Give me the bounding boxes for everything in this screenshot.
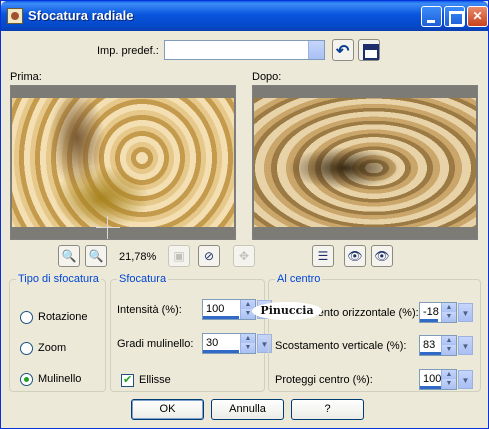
zoom-out-icon[interactable]: 🔍 [58, 245, 80, 267]
chevron-down-icon[interactable]: ▼ [458, 303, 473, 322]
zoom-in-icon[interactable]: 🔍 [85, 245, 107, 267]
radio-twirl[interactable] [20, 373, 33, 386]
after-preview[interactable] [252, 85, 478, 240]
protect-center-value[interactable]: 100 [423, 373, 441, 385]
watermark-logo: Pinuccia [252, 302, 322, 320]
chevron-down-icon[interactable]: ▼ [458, 370, 473, 389]
h-offset-bar [420, 319, 438, 322]
ellipse-checkbox[interactable] [121, 373, 134, 387]
zoom-fit-icon[interactable]: ⊘ [198, 245, 220, 267]
chevron-down-icon[interactable]: ▼ [458, 336, 473, 355]
h-offset-stepper[interactable]: -18 ▲ ▼ ▼ [419, 302, 473, 323]
save-preset-button[interactable] [358, 39, 380, 61]
zoom-level: 21,78% [119, 251, 157, 263]
v-offset-stepper[interactable]: 83 ▲ ▼ ▼ [419, 335, 473, 356]
window-title: Sfocatura radiale [28, 8, 134, 23]
randomize-icon[interactable]: 👁 [344, 245, 366, 267]
blur-group: Sfocatura Intensità (%): 100 ▲ ▼ ▼ Gradi… [110, 273, 272, 392]
app-icon [7, 8, 23, 24]
radio-rotation-label[interactable]: Rotazione [38, 311, 88, 323]
after-image [254, 98, 476, 227]
before-label: Prima: [10, 71, 42, 83]
center-legend: Al centro [277, 273, 321, 285]
center-crosshair-icon[interactable] [96, 216, 120, 239]
intensity-label: Intensità (%): [117, 304, 182, 316]
ellipse-label[interactable]: Ellisse [139, 374, 171, 386]
protect-center-stepper[interactable]: 100 ▲ ▼ ▼ [419, 369, 473, 390]
help-button[interactable]: ? [291, 399, 364, 420]
radio-zoom-label[interactable]: Zoom [38, 342, 66, 354]
spin-down-icon[interactable]: ▼ [441, 379, 456, 389]
center-group: Al centro Scostamento orizzontale (%): -… [268, 273, 481, 392]
intensity-bar [203, 316, 239, 319]
proof-icon[interactable]: ☰ [312, 245, 334, 267]
presets-dropdown[interactable] [164, 40, 325, 60]
intensity-stepper[interactable]: 100 ▲ ▼ ▼ [202, 299, 272, 320]
twirl-value[interactable]: 30 [206, 337, 218, 349]
close-button[interactable]: ✕ [467, 6, 488, 27]
title-bar[interactable]: Sfocatura radiale ✕ [1, 1, 488, 31]
protect-center-label: Proteggi centro (%): [275, 374, 373, 386]
presets-label: Imp. predef.: [97, 45, 159, 57]
blur-legend: Sfocatura [119, 273, 167, 285]
intensity-value[interactable]: 100 [206, 303, 224, 315]
radio-twirl-label[interactable]: Mulinello [38, 373, 81, 385]
spin-down-icon[interactable]: ▼ [441, 312, 456, 322]
minimize-button[interactable] [421, 6, 442, 27]
blur-type-legend: Tipo di sfocatura [18, 273, 99, 285]
v-offset-label: Scostamento verticale (%): [275, 340, 407, 352]
twirl-stepper[interactable]: 30 ▲ ▼ ▼ [202, 333, 272, 354]
blur-type-group: Tipo di sfocatura Rotazione Zoom Mulinel… [9, 273, 106, 392]
v-offset-value[interactable]: 83 [423, 339, 435, 351]
twirl-label: Gradi mulinello: [117, 338, 194, 350]
radio-rotation[interactable] [20, 311, 33, 324]
zoom-100-icon[interactable]: ▣ [168, 245, 190, 267]
spin-down-icon[interactable]: ▼ [240, 343, 255, 353]
before-preview[interactable] [10, 85, 236, 240]
before-image [12, 98, 234, 227]
twirl-bar [203, 350, 239, 353]
chevron-down-icon[interactable] [308, 41, 324, 59]
reset-icon[interactable]: 👁 [371, 245, 393, 267]
maximize-button[interactable] [444, 6, 465, 27]
after-label: Dopo: [252, 71, 282, 83]
radial-blur-dialog: Sfocatura radiale ✕ Imp. predef.: Prima:… [0, 0, 489, 429]
load-preset-button[interactable] [332, 39, 354, 61]
ok-button[interactable]: OK [131, 399, 204, 420]
spin-down-icon[interactable]: ▼ [441, 345, 456, 355]
radio-zoom[interactable] [20, 342, 33, 355]
cancel-button[interactable]: Annulla [211, 399, 284, 420]
pan-icon[interactable]: ✥ [233, 245, 255, 267]
h-offset-value[interactable]: -18 [423, 306, 439, 318]
